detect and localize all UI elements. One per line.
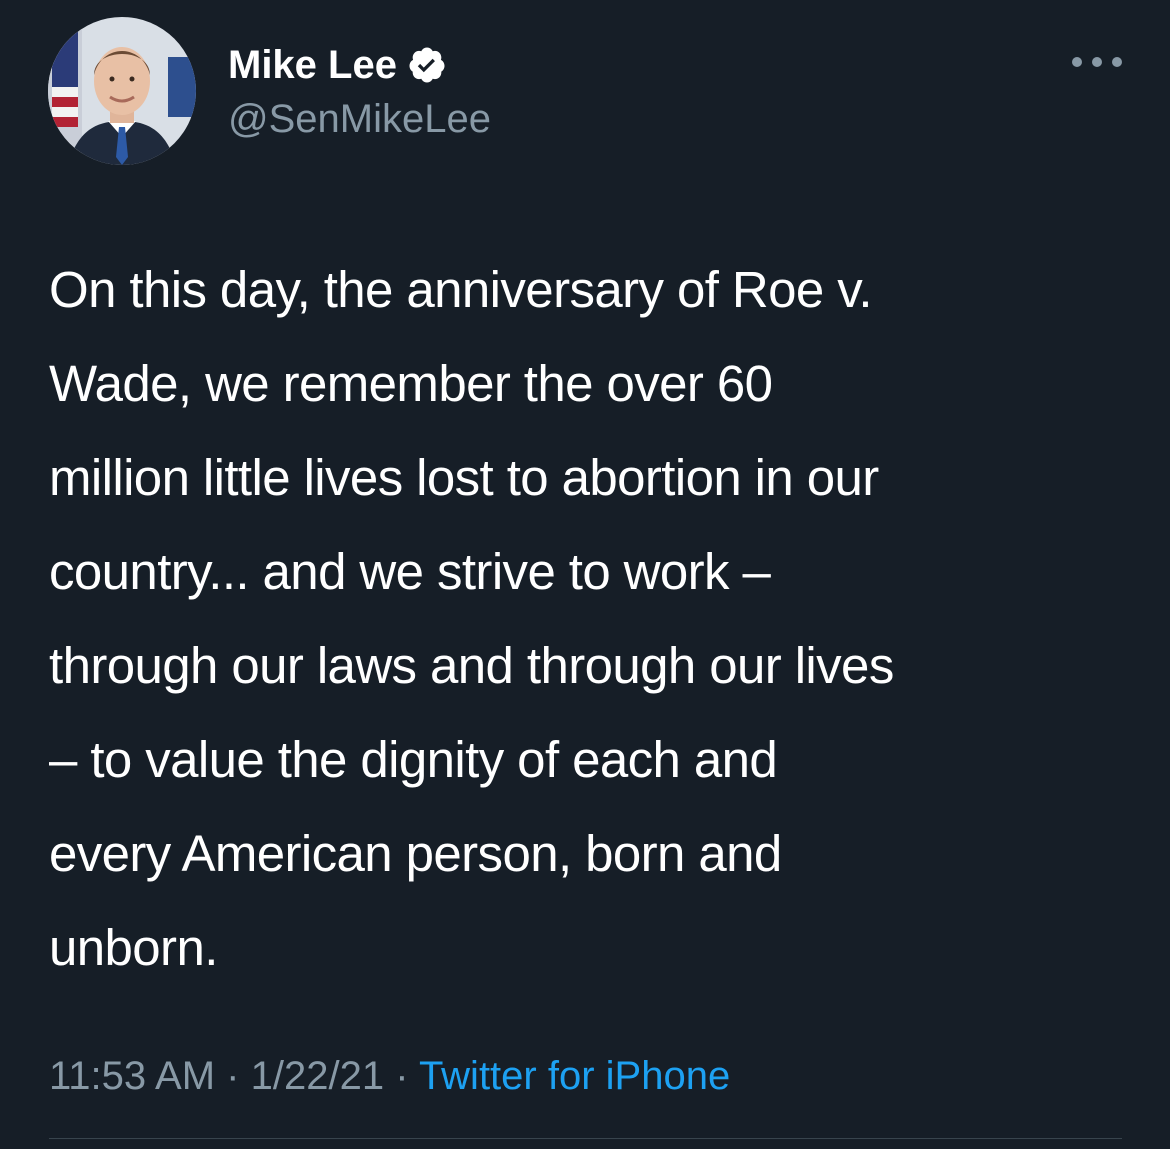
tweet-text-line: Wade, we remember the over 60	[49, 355, 773, 412]
meta-separator: ·	[395, 1054, 409, 1098]
tweet-text-line: million little lives lost to abortion in…	[49, 449, 879, 506]
verified-badge-icon	[407, 45, 447, 85]
meta-separator: ·	[226, 1054, 240, 1098]
author-display-name[interactable]: Mike Lee	[228, 40, 397, 90]
tweet-time[interactable]: 11:53 AM	[49, 1054, 215, 1098]
tweet-date[interactable]: 1/22/21	[251, 1054, 384, 1098]
more-dot	[1072, 57, 1082, 67]
divider	[49, 1138, 1122, 1139]
avatar-photo	[48, 17, 196, 165]
author-name-row[interactable]: Mike Lee	[228, 40, 447, 90]
tweet-text-line: country... and we strive to work –	[49, 543, 771, 600]
author-handle[interactable]: @SenMikeLee	[228, 94, 491, 144]
tweet-source-link[interactable]: Twitter for iPhone	[419, 1054, 730, 1098]
more-dot	[1092, 57, 1102, 67]
avatar[interactable]	[48, 17, 196, 165]
tweet-detail: Mike Lee @SenMikeLee On this day, the an…	[0, 0, 1170, 1149]
tweet-text: On this day, the anniversary of Roe v. W…	[49, 243, 1134, 995]
tweet-text-line: unborn.	[49, 919, 218, 976]
tweet-text-line: – to value the dignity of each and	[49, 731, 778, 788]
more-horizontal-icon[interactable]	[1072, 52, 1122, 72]
tweet-meta: 11:53 AM · 1/22/21 · Twitter for iPhone	[49, 1048, 730, 1104]
tweet-text-line: every American person, born and	[49, 825, 782, 882]
more-dot	[1112, 57, 1122, 67]
tweet-text-line: through our laws and through our lives	[49, 637, 894, 694]
tweet-text-line: On this day, the anniversary of Roe v.	[49, 261, 872, 318]
